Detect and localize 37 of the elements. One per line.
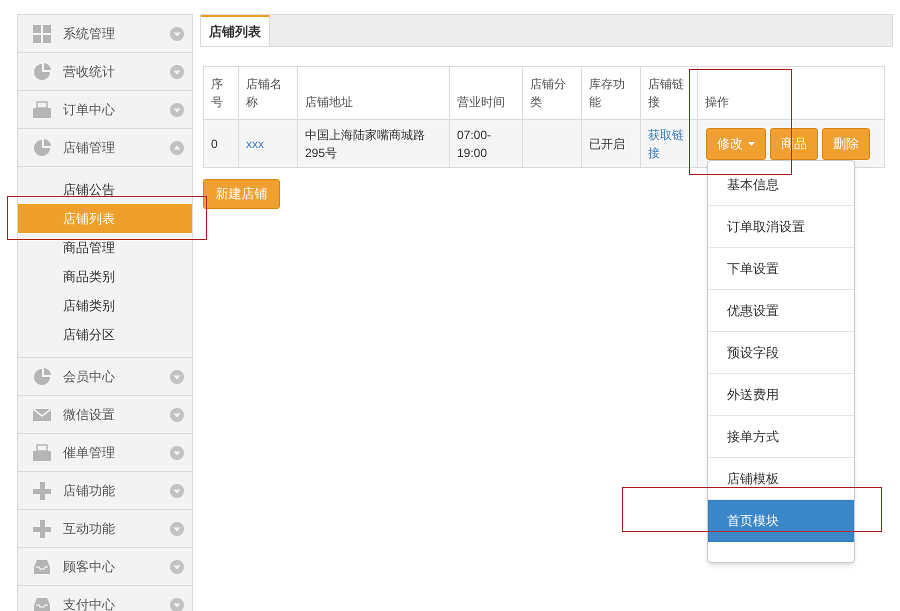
table-cell: 中国上海陆家嘴商城路295号 (305, 128, 425, 160)
printer-icon (33, 444, 51, 462)
inbox-tray-icon (33, 596, 51, 611)
submenu-item[interactable]: 商品管理 (18, 233, 192, 262)
column-header: 店铺名称 (238, 66, 298, 120)
menu-item[interactable]: 首页模块 (708, 500, 854, 542)
column-header: 店铺地址 (298, 66, 450, 120)
pie-chart-icon (33, 62, 51, 80)
submenu-item[interactable]: 店铺分区 (18, 320, 192, 349)
table-cell: 已开启 (589, 136, 625, 150)
inbox-tray-icon (33, 558, 51, 576)
menu-item[interactable]: 预设字段 (708, 332, 854, 374)
table-cell: 0 (211, 136, 218, 150)
column-header: 店铺链接 (640, 66, 698, 120)
column-header: 营业时间 (450, 66, 522, 120)
grid-icon (33, 24, 51, 42)
menu-item[interactable]: 接单方式 (708, 416, 854, 458)
submenu-item[interactable]: 店铺类别 (18, 291, 192, 320)
table-cell: 07:00-19:00 (457, 128, 492, 160)
plus-icon (33, 482, 51, 500)
printer-icon (33, 100, 51, 118)
submenu-item[interactable]: 店铺公告 (18, 175, 192, 204)
tab[interactable]: 店铺列表 (201, 15, 270, 46)
pie-chart-icon (33, 138, 51, 156)
column-header: 店铺分类 (522, 66, 582, 120)
plus-icon (33, 520, 51, 538)
column-header: 库存功能 (582, 66, 640, 120)
caret-icon (748, 142, 755, 146)
menu-item[interactable]: 订单取消设置 (708, 206, 854, 248)
column-header: 序号 (204, 66, 238, 120)
menu-item[interactable]: 优惠设置 (708, 290, 854, 332)
menu-item[interactable]: 外送费用 (708, 374, 854, 416)
pie-chart-icon (33, 368, 51, 386)
column-header: 操作 (698, 66, 884, 120)
submenu-item[interactable]: 商品类别 (18, 262, 192, 291)
menu-item[interactable]: 基本信息 (708, 164, 854, 206)
menu-item[interactable]: 下单设置 (708, 248, 854, 290)
